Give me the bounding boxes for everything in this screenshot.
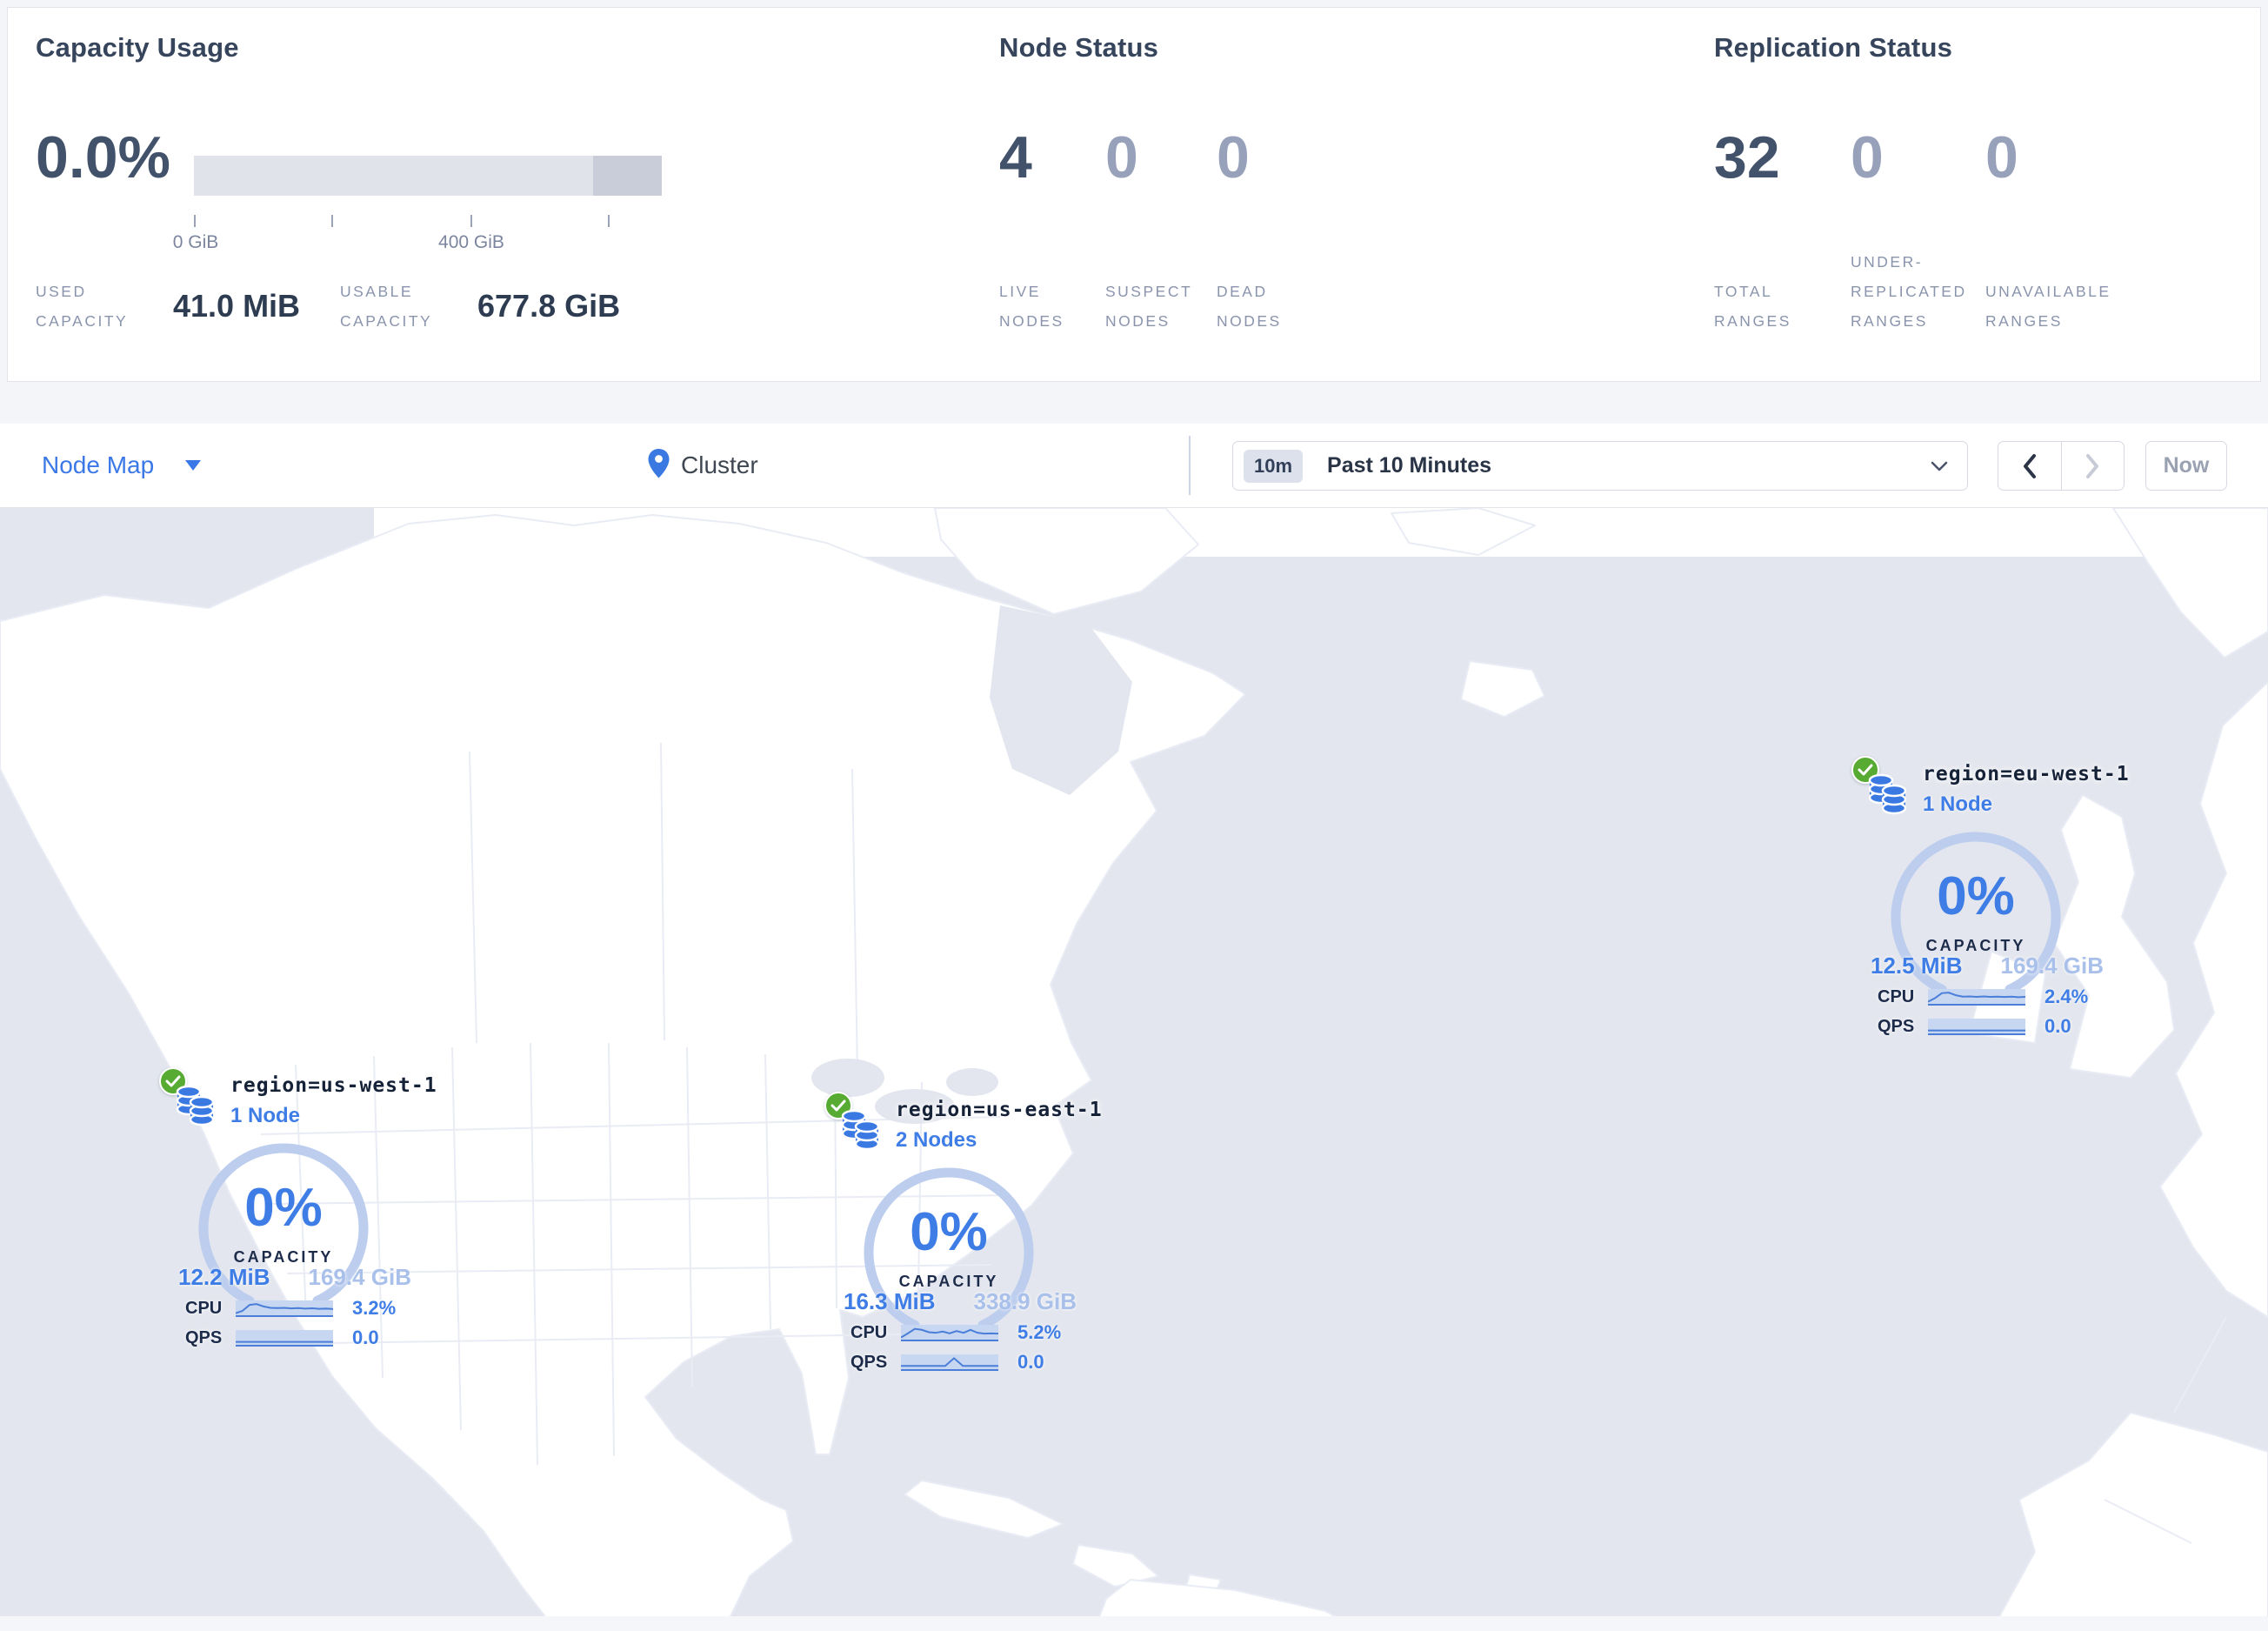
used-capacity: 12.2 MiB <box>178 1264 270 1290</box>
cpu-sparkline <box>1928 988 2025 1006</box>
total-capacity: 338.9 GiB <box>973 1288 1077 1314</box>
live-nodes-value: 4 <box>999 124 1032 191</box>
qps-label: QPS <box>850 1352 888 1372</box>
database-icon <box>840 1109 880 1155</box>
capacity-usage-title: Capacity Usage <box>36 32 239 63</box>
breadcrumb[interactable]: Cluster <box>647 424 758 507</box>
time-range-badge: 10m <box>1244 449 1304 483</box>
under-replicated-ranges-label: UNDER-REPLICATED RANGES <box>1851 252 1967 330</box>
usable-capacity-label: USABLE CAPACITY <box>340 282 433 330</box>
capacity-tick-label-400: 400 GiB <box>438 232 504 252</box>
under-replicated-ranges-value: 0 <box>1851 124 1884 191</box>
qps-value: 0.0 <box>1017 1351 1044 1373</box>
capacity-bar <box>194 156 662 196</box>
cpu-value: 5.2% <box>1017 1321 1062 1343</box>
map-bottom-strip <box>0 1616 2268 1631</box>
region-marker-us-west-1[interactable]: region=us-west-1 1 Node 0% CAPACITY 12.2… <box>152 1066 439 1361</box>
region-node-count-link[interactable]: 1 Node <box>230 1104 300 1128</box>
qps-sparkline <box>236 1329 333 1347</box>
region-marker-us-east-1[interactable]: region=us-east-1 2 Nodes 0% CAPACITY 16.… <box>817 1090 1104 1386</box>
cluster-stats-panel: Capacity Usage 0.0% 0 GiB 400 GiB USED C… <box>7 7 2261 382</box>
map-toolbar: Node Map Cluster 10m Past 10 Minutes Now <box>0 424 2268 508</box>
cpu-value: 3.2% <box>352 1297 397 1319</box>
breadcrumb-label: Cluster <box>681 451 758 478</box>
region-node-count-link[interactable]: 2 Nodes <box>896 1128 977 1153</box>
database-icon <box>1867 773 1907 819</box>
capacity-bar-used-segment <box>593 156 662 196</box>
capacity-tick <box>194 215 196 227</box>
time-pager <box>1998 441 2125 491</box>
cpu-sparkline <box>901 1324 998 1341</box>
qps-sparkline <box>901 1354 998 1371</box>
qps-label: QPS <box>185 1327 223 1347</box>
dead-nodes-value: 0 <box>1217 124 1250 191</box>
dead-nodes-label: DEAD NODES <box>1217 282 1282 330</box>
total-capacity: 169.4 GiB <box>308 1264 411 1290</box>
used-capacity: 16.3 MiB <box>844 1288 936 1314</box>
capacity-tick <box>331 215 333 227</box>
usable-capacity-value: 677.8 GiB <box>477 288 621 324</box>
replication-status-title: Replication Status <box>1714 32 1953 63</box>
capacity-tick-label-0: 0 GiB <box>172 232 219 252</box>
capacity-tick <box>470 215 472 227</box>
chevron-down-icon <box>1931 461 1948 477</box>
time-forward-button[interactable] <box>2062 442 2125 490</box>
capacity-gauge: 0% CAPACITY <box>192 1137 375 1320</box>
capacity-percent: 0% <box>1937 866 2015 926</box>
database-icon <box>175 1085 215 1131</box>
region-node-count-link[interactable]: 1 Node <box>1923 792 1992 817</box>
qps-sparkline <box>1928 1018 2025 1035</box>
used-capacity-value: 41.0 MiB <box>173 288 301 324</box>
time-back-button[interactable] <box>1998 442 2062 490</box>
capacity-gauge: 0% CAPACITY <box>857 1161 1040 1344</box>
view-selector-label: Node Map <box>42 451 155 478</box>
total-ranges-label: TOTAL RANGES <box>1714 282 1791 330</box>
cpu-value: 2.4% <box>2045 986 2089 1007</box>
map-pin-icon <box>647 448 670 484</box>
suspect-nodes-value: 0 <box>1105 124 1138 191</box>
capacity-percent: 0% <box>244 1178 323 1238</box>
live-nodes-label: LIVE NODES <box>999 282 1064 330</box>
cpu-label: CPU <box>185 1298 223 1318</box>
capacity-percent: 0.0% <box>36 124 170 191</box>
qps-label: QPS <box>1878 1016 1915 1036</box>
region-name: region=us-east-1 <box>896 1099 1103 1121</box>
time-range-dropdown[interactable]: 10m Past 10 Minutes <box>1232 441 1968 491</box>
cpu-label: CPU <box>1878 986 1915 1006</box>
qps-value: 0.0 <box>2045 1015 2071 1037</box>
unavailable-ranges-value: 0 <box>1985 124 2018 191</box>
capacity-percent: 0% <box>910 1202 988 1262</box>
time-range-label: Past 10 Minutes <box>1327 453 1491 478</box>
used-capacity: 12.5 MiB <box>1871 953 1963 979</box>
toolbar-divider <box>1189 436 1191 495</box>
node-map-page: Capacity Usage 0.0% 0 GiB 400 GiB USED C… <box>0 0 2268 1631</box>
capacity-tick <box>608 215 610 227</box>
total-ranges-value: 32 <box>1714 124 1780 191</box>
used-capacity-label: USED CAPACITY <box>36 282 129 330</box>
unavailable-ranges-label: UNAVAILABLE RANGES <box>1985 282 2111 330</box>
region-name: region=us-west-1 <box>230 1074 437 1097</box>
total-capacity: 169.4 GiB <box>2000 953 2104 979</box>
region-marker-eu-west-1[interactable]: region=eu-west-1 1 Node 0% CAPACITY 12.5… <box>1844 754 2131 1050</box>
view-selector-dropdown[interactable]: Node Map <box>42 424 202 507</box>
qps-value: 0.0 <box>352 1327 379 1348</box>
now-button[interactable]: Now <box>2145 441 2227 491</box>
region-name: region=eu-west-1 <box>1923 763 2130 785</box>
cpu-label: CPU <box>850 1322 888 1342</box>
suspect-nodes-label: SUSPECT NODES <box>1105 282 1192 330</box>
capacity-gauge: 0% CAPACITY <box>1884 826 2067 1008</box>
cpu-sparkline <box>236 1300 333 1317</box>
node-status-title: Node Status <box>999 32 1159 63</box>
caret-down-icon <box>185 460 202 471</box>
